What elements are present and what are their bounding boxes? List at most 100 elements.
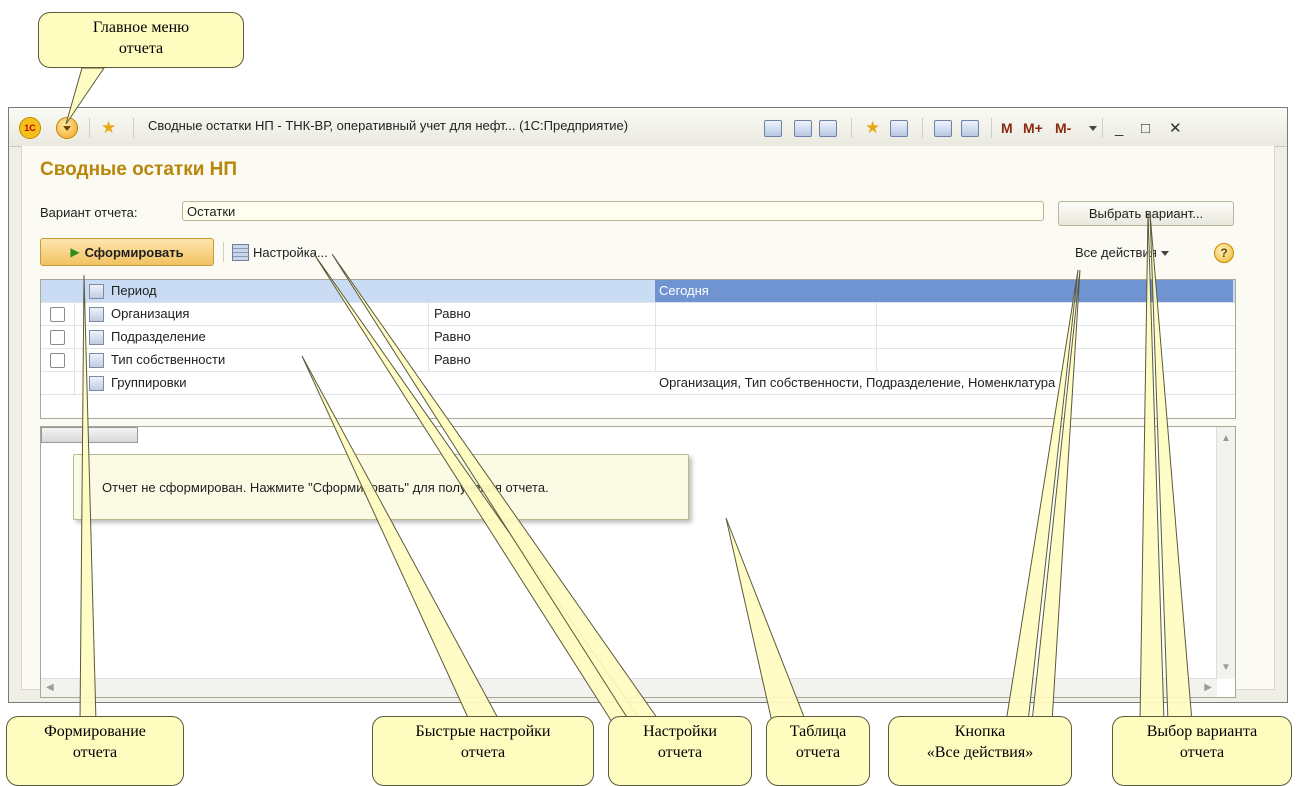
column-divider bbox=[74, 302, 75, 394]
all-actions-button[interactable]: Все действия bbox=[1075, 245, 1169, 260]
save-button[interactable] bbox=[764, 117, 782, 139]
scroll-right-icon[interactable]: ▶ bbox=[1204, 682, 1212, 693]
row-value[interactable]: Сегодня bbox=[655, 280, 1233, 302]
column-divider bbox=[655, 303, 656, 372]
printer-icon bbox=[794, 119, 812, 137]
callout-main-menu: Главное меню отчета bbox=[38, 12, 244, 68]
callout-table-line2: отчета bbox=[795, 744, 841, 761]
scroll-down-icon[interactable]: ▼ bbox=[1221, 662, 1231, 673]
title-separator bbox=[89, 118, 90, 138]
minimize-button[interactable]: _ bbox=[1115, 117, 1123, 139]
app-logo: 1С bbox=[19, 117, 41, 139]
maximize-icon: □ bbox=[1141, 119, 1151, 137]
callout-variant-choice: Выбор варианта отчета bbox=[1112, 716, 1292, 786]
row-checkbox[interactable] bbox=[50, 330, 65, 345]
choose-variant-button[interactable]: Выбрать вариант... bbox=[1058, 201, 1234, 226]
close-icon: ✕ bbox=[1169, 120, 1182, 137]
callout-generate-line2: отчета bbox=[72, 744, 118, 761]
table-row[interactable]: Тип собственности Равно bbox=[41, 349, 1235, 372]
report-notice: Отчет не сформирован. Нажмите "Сформиров… bbox=[73, 454, 689, 520]
memory-minus-label: M- bbox=[1055, 120, 1072, 136]
row-condition[interactable]: Равно bbox=[434, 303, 471, 325]
app-logo-text: 1С bbox=[19, 117, 41, 139]
callout-settings: Настройки отчета bbox=[608, 716, 752, 786]
callout-main-menu-line1: Главное меню bbox=[92, 19, 190, 36]
column-divider bbox=[428, 303, 429, 372]
toolbar-separator bbox=[223, 242, 224, 262]
calendar-button[interactable] bbox=[961, 117, 979, 139]
grouping-icon bbox=[89, 376, 104, 391]
generate-button[interactable]: ▶ Сформировать bbox=[40, 238, 214, 266]
settings-button-label: Настройка... bbox=[253, 244, 328, 260]
title-separator bbox=[851, 118, 852, 138]
variant-field[interactable]: Остатки bbox=[182, 201, 1044, 221]
main-menu-icon bbox=[56, 117, 78, 139]
scroll-up-icon[interactable]: ▲ bbox=[1221, 433, 1231, 444]
vertical-scrollbar[interactable]: ▲ ▼ bbox=[1216, 427, 1235, 679]
table-row[interactable]: Период Сегодня bbox=[41, 280, 1235, 303]
preview-button[interactable] bbox=[819, 117, 837, 139]
settings-button[interactable]: Настройка... bbox=[232, 242, 328, 262]
memory-button[interactable]: M bbox=[1001, 117, 1013, 139]
generate-button-label: Сформировать bbox=[84, 244, 184, 260]
row-value[interactable]: Организация, Тип собственности, Подразде… bbox=[655, 372, 1233, 394]
memory-minus-button[interactable]: M- bbox=[1055, 117, 1071, 139]
row-name: Период bbox=[111, 283, 157, 298]
column-divider bbox=[876, 303, 877, 372]
row-value[interactable] bbox=[655, 326, 1233, 348]
row-name: Подразделение bbox=[111, 329, 206, 344]
row-name: Группировки bbox=[111, 375, 187, 390]
memory-plus-label: M+ bbox=[1023, 120, 1043, 136]
bookmark-button[interactable] bbox=[890, 117, 908, 139]
row-checkbox[interactable] bbox=[50, 353, 65, 368]
minimize-icon: _ bbox=[1115, 119, 1124, 137]
period-icon bbox=[89, 284, 104, 299]
scroll-left-icon[interactable]: ◀ bbox=[46, 682, 54, 693]
help-button[interactable]: ? bbox=[1214, 243, 1234, 263]
row-name: Организация bbox=[111, 306, 190, 321]
row-value[interactable] bbox=[655, 349, 1233, 371]
row-checkbox[interactable] bbox=[50, 307, 65, 322]
maximize-button[interactable]: □ bbox=[1141, 117, 1150, 139]
row-value[interactable] bbox=[655, 303, 1233, 325]
play-icon: ▶ bbox=[70, 245, 80, 259]
callout-all-actions-line1: Кнопка bbox=[954, 723, 1006, 740]
spreadsheet-corner bbox=[41, 427, 138, 443]
main-menu-button[interactable] bbox=[56, 117, 78, 139]
callout-main-menu-line2: отчета bbox=[118, 40, 164, 57]
chevron-down-icon bbox=[1089, 125, 1097, 131]
callout-settings-line1: Настройки bbox=[643, 723, 717, 740]
row-condition[interactable]: Равно bbox=[434, 326, 471, 348]
row-name: Тип собственности bbox=[111, 352, 226, 367]
title-dropdown-button[interactable] bbox=[1085, 117, 1097, 139]
favorites-button[interactable]: ★ bbox=[101, 117, 116, 139]
table-row[interactable]: Подразделение Равно bbox=[41, 326, 1235, 349]
table-row[interactable]: Группировки Организация, Тип собственнос… bbox=[41, 372, 1235, 395]
filter-icon bbox=[89, 330, 104, 345]
callout-variant-choice-line1: Выбор варианта bbox=[1146, 723, 1258, 740]
callout-all-actions: Кнопка «Все действия» bbox=[888, 716, 1072, 786]
row-condition[interactable]: Равно bbox=[434, 349, 471, 371]
form-content: Сводные остатки НП Вариант отчета: Остат… bbox=[21, 146, 1275, 698]
page-title: Сводные остатки НП bbox=[40, 159, 238, 180]
callout-quick-settings: Быстрые настройки отчета bbox=[372, 716, 594, 786]
quick-settings-table: Период Сегодня Организация Равно Подразд… bbox=[40, 279, 1236, 419]
memory-plus-button[interactable]: M+ bbox=[1023, 117, 1043, 139]
callout-variant-choice-line2: отчета bbox=[1179, 744, 1225, 761]
filter-icon bbox=[89, 307, 104, 322]
print-button[interactable] bbox=[794, 117, 812, 139]
table-row[interactable]: Организация Равно bbox=[41, 303, 1235, 326]
close-button[interactable]: ✕ bbox=[1169, 117, 1182, 139]
memory-label: M bbox=[1001, 120, 1013, 136]
magnifier-icon bbox=[819, 119, 837, 137]
title-separator bbox=[133, 118, 134, 138]
callout-quick-settings-line2: отчета bbox=[460, 744, 506, 761]
horizontal-scrollbar[interactable]: ◀ ▶ bbox=[41, 678, 1217, 697]
calculator-button[interactable] bbox=[934, 117, 952, 139]
callout-table-line1: Таблица bbox=[789, 723, 847, 740]
calendar-icon bbox=[961, 119, 979, 137]
chevron-down-icon bbox=[1160, 251, 1169, 257]
callout-generate-line1: Формирование bbox=[44, 723, 146, 740]
add-favorite-button[interactable]: ★ bbox=[865, 117, 880, 139]
report-table[interactable]: Отчет не сформирован. Нажмите "Сформиров… bbox=[40, 426, 1236, 698]
